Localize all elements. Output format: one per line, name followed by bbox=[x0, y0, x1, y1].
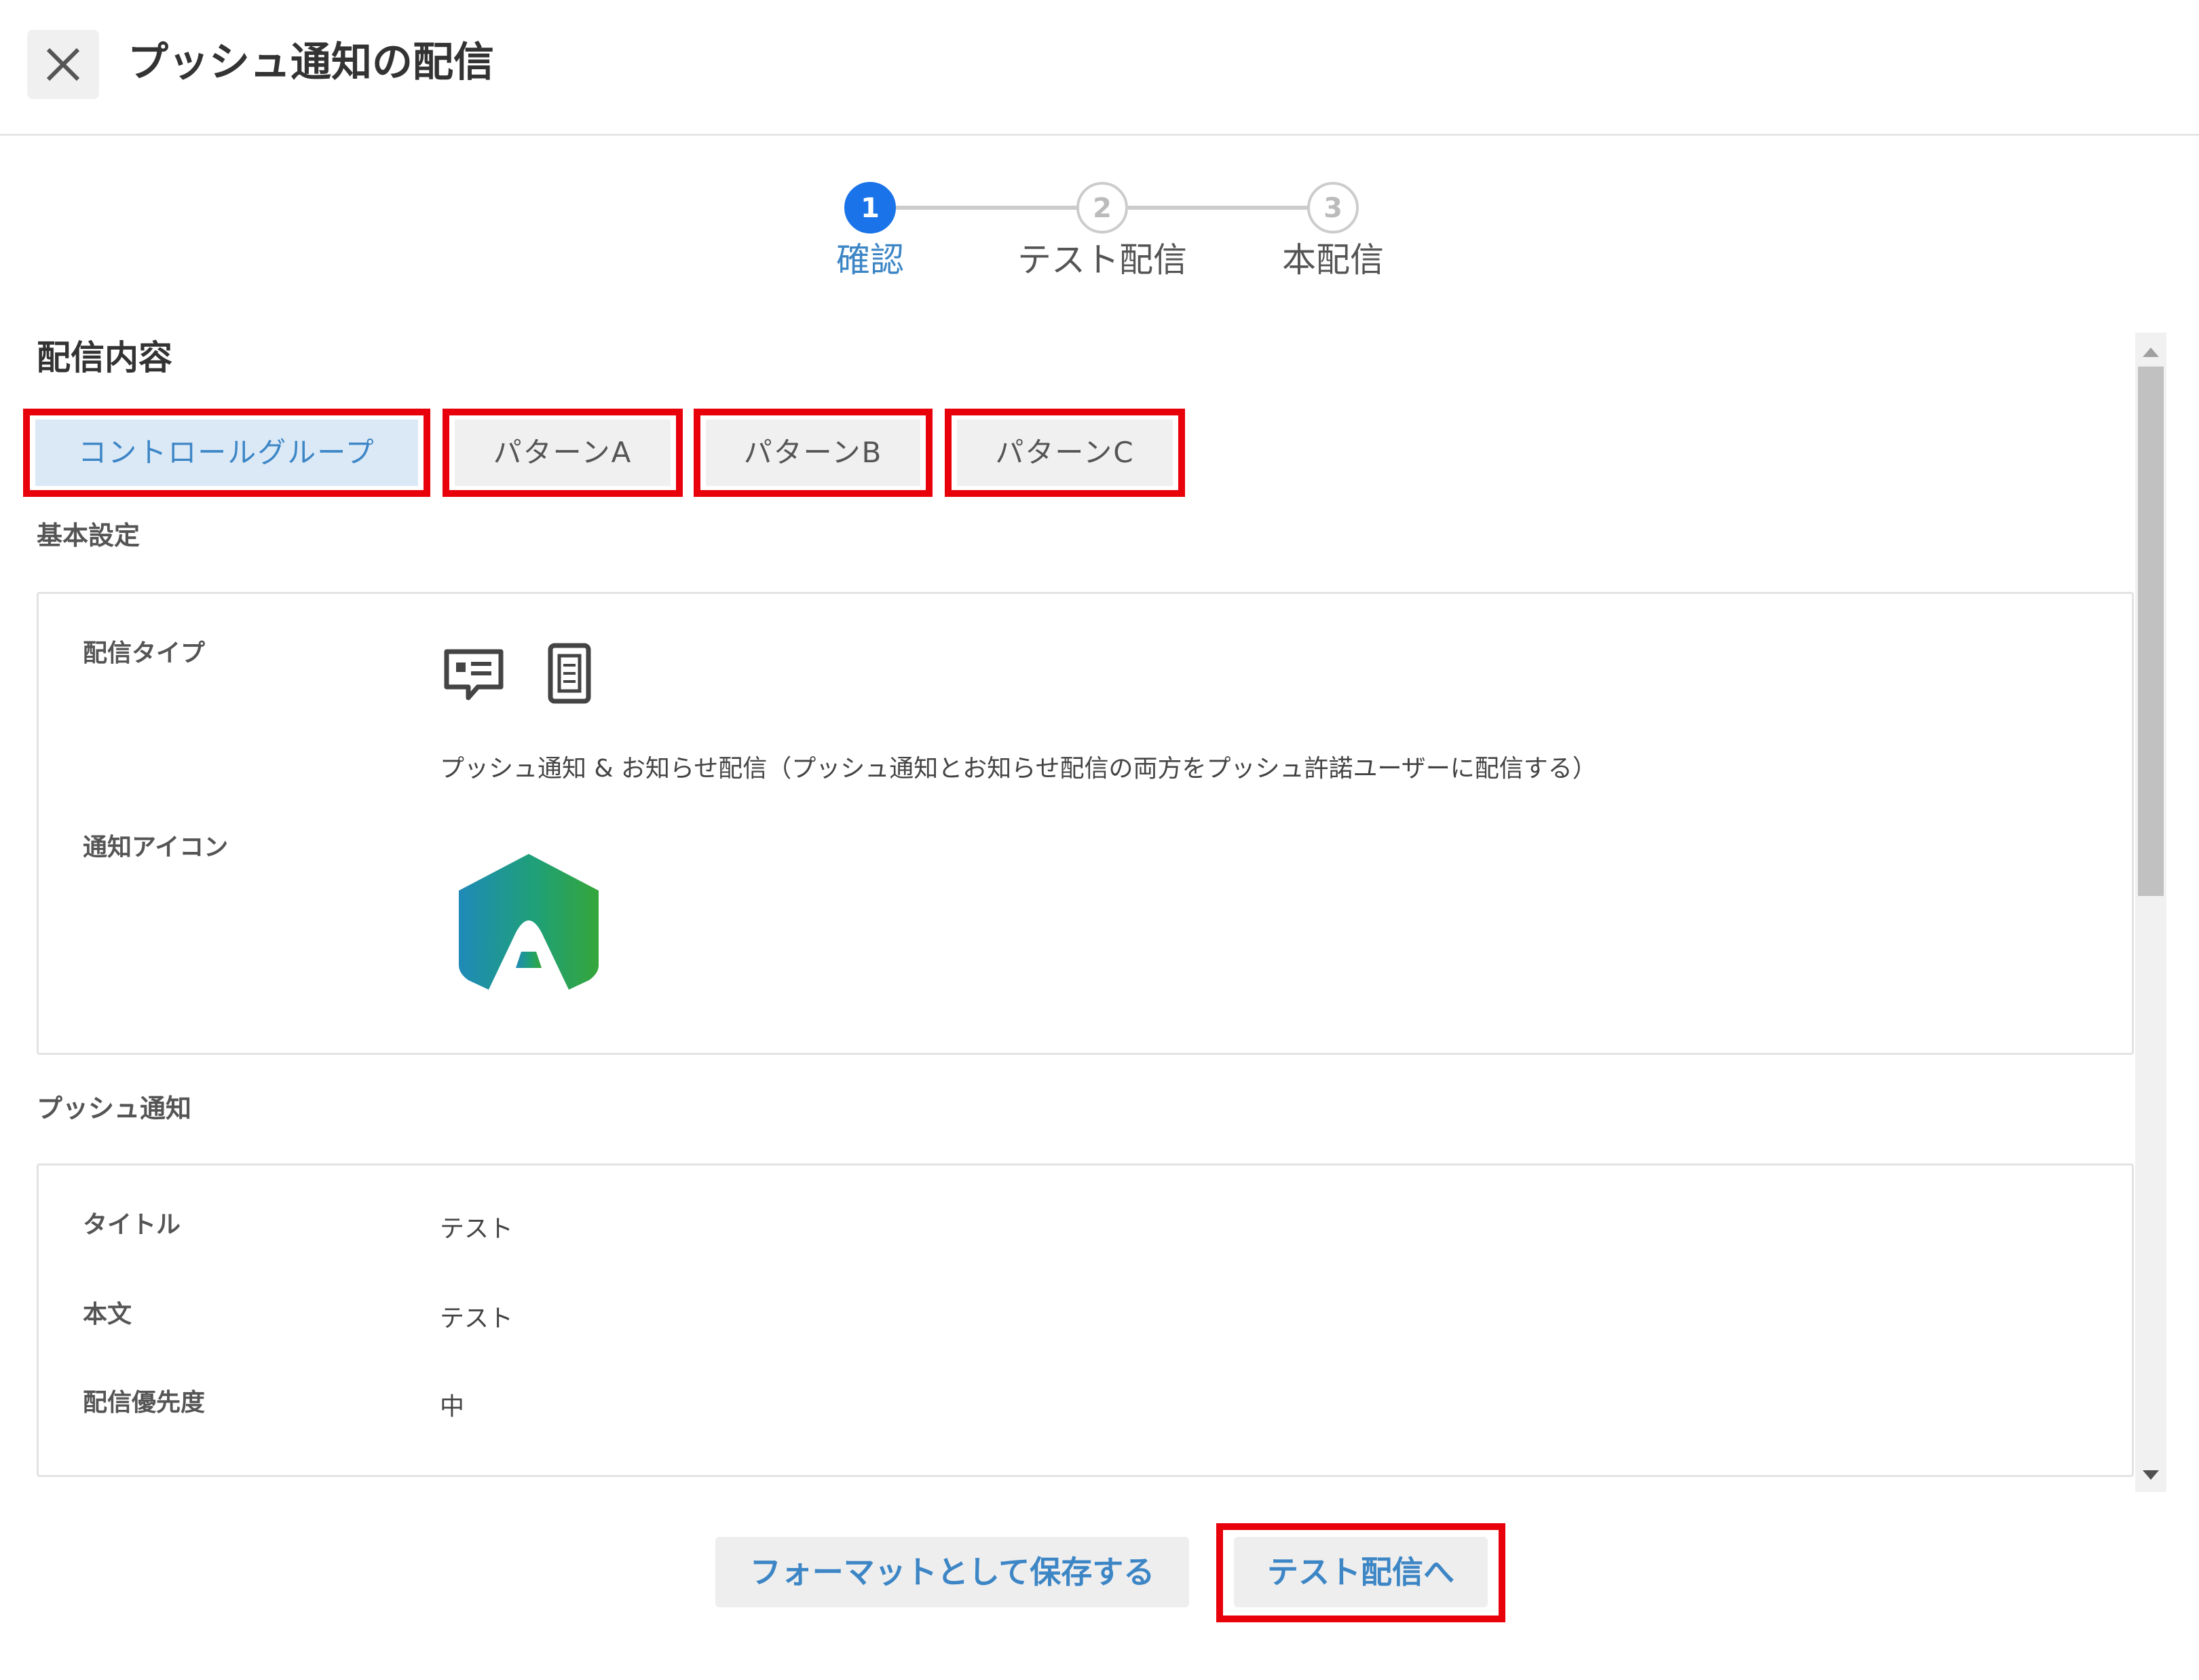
push-title-label: タイトル bbox=[83, 1211, 181, 1239]
scroll-down-arrow[interactable] bbox=[2143, 1470, 2159, 1480]
tab-control-group[interactable]: コントロールグループ bbox=[35, 419, 418, 486]
close-button[interactable] bbox=[27, 30, 99, 99]
header: プッシュ通知の配信 bbox=[0, 0, 2199, 136]
scroll-up-arrow[interactable] bbox=[2143, 348, 2159, 357]
tab-pattern-a[interactable]: パターンA bbox=[455, 419, 671, 486]
tab-pattern-c[interactable]: パターンC bbox=[957, 419, 1173, 486]
push-title-value: テスト bbox=[440, 1215, 514, 1243]
push-section-title: プッシュ通知 bbox=[37, 1094, 192, 1123]
push-card bbox=[37, 1163, 2134, 1477]
delivery-type-label: 配信タイプ bbox=[83, 639, 206, 667]
delivery-type-description: プッシュ通知 & お知らせ配信（プッシュ通知とお知らせ配信の両方をプッシュ許諾ユ… bbox=[440, 755, 1597, 783]
app-logo-icon bbox=[459, 854, 599, 990]
step-1-label: 確認 bbox=[836, 240, 904, 280]
step-1-circle: 1 bbox=[844, 182, 896, 234]
to-test-delivery-button[interactable]: テスト配信へ bbox=[1234, 1537, 1488, 1607]
priority-value: 中 bbox=[440, 1393, 465, 1421]
step-2-circle: 2 bbox=[1076, 182, 1128, 234]
step-3-circle: 3 bbox=[1307, 182, 1359, 234]
save-as-format-button[interactable]: フォーマットとして保存する bbox=[715, 1537, 1189, 1607]
step-connector bbox=[896, 206, 1078, 210]
step-3-label: 本配信 bbox=[1282, 240, 1384, 280]
mobile-notice-icon bbox=[548, 643, 591, 704]
section-title: 配信内容 bbox=[37, 338, 172, 377]
push-body-value: テスト bbox=[440, 1305, 514, 1332]
tab-pattern-b[interactable]: パターンB bbox=[706, 419, 920, 486]
push-body-label: 本文 bbox=[83, 1301, 132, 1328]
step-connector bbox=[1128, 206, 1309, 210]
close-icon bbox=[46, 48, 80, 81]
basic-settings-card bbox=[37, 592, 2134, 1055]
message-icon bbox=[444, 649, 504, 701]
notification-icon-label: 通知アイコン bbox=[83, 834, 229, 861]
step-2-label: テスト配信 bbox=[1017, 240, 1187, 280]
basic-settings-title: 基本設定 bbox=[37, 521, 140, 550]
page-title: プッシュ通知の配信 bbox=[128, 39, 494, 86]
priority-label: 配信優先度 bbox=[83, 1389, 206, 1417]
scrollbar-thumb[interactable] bbox=[2138, 367, 2164, 896]
